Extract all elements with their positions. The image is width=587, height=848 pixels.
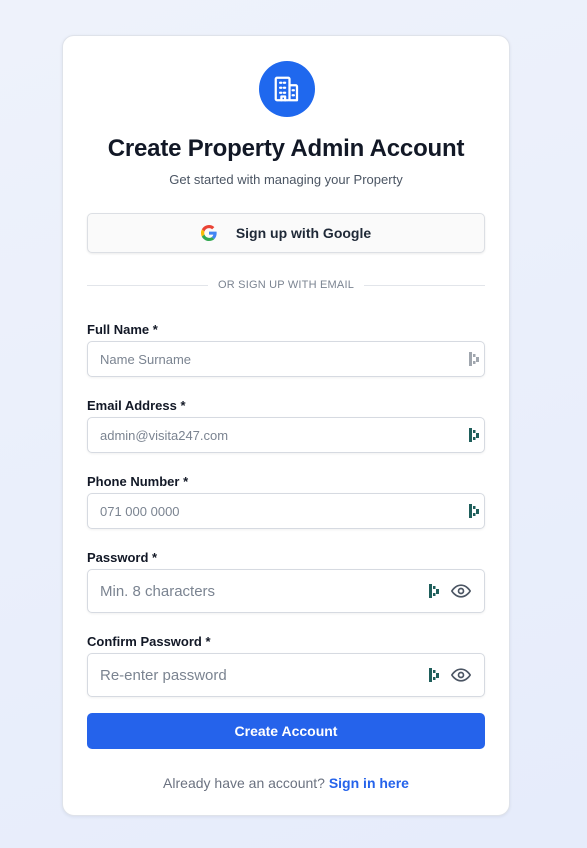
password-manager-icon[interactable] <box>429 668 439 682</box>
page-title: Create Property Admin Account <box>107 135 465 162</box>
phone-label: Phone Number * <box>87 474 189 489</box>
signin-prompt-text: Already have an account? <box>163 775 325 791</box>
eye-icon[interactable] <box>451 584 471 598</box>
phone-placeholder: 071 000 0000 <box>100 503 180 519</box>
signin-link[interactable]: Sign in here <box>329 775 409 791</box>
password-input[interactable]: Min. 8 characters <box>87 569 485 613</box>
confirm-password-input[interactable]: Re-enter password <box>87 653 485 697</box>
create-account-button[interactable]: Create Account <box>87 713 485 749</box>
divider-text: OR SIGN UP WITH EMAIL <box>218 279 355 291</box>
password-manager-icon[interactable] <box>469 352 479 366</box>
confirm-password-placeholder: Re-enter password <box>100 666 227 684</box>
password-placeholder: Min. 8 characters <box>100 582 216 600</box>
email-placeholder: admin@visita247.com <box>100 427 229 443</box>
eye-icon[interactable] <box>451 668 471 682</box>
building-icon <box>274 76 299 102</box>
signup-card: Create Property Admin Account Get starte… <box>62 35 510 816</box>
signin-prompt: Already have an account? Sign in here <box>63 775 509 791</box>
logo <box>259 61 315 117</box>
divider-line-left <box>87 284 208 286</box>
confirm-password-label: Confirm Password * <box>87 634 211 649</box>
phone-input[interactable]: 071 000 0000 <box>87 493 485 529</box>
password-label: Password * <box>87 550 158 565</box>
divider: OR SIGN UP WITH EMAIL <box>87 278 486 292</box>
email-label: Email Address * <box>87 398 186 413</box>
google-signup-label: Sign up with Google <box>235 225 372 241</box>
full-name-input[interactable]: Name Surname <box>87 341 485 377</box>
google-signup-button[interactable]: Sign up with Google <box>87 213 485 253</box>
email-input[interactable]: admin@visita247.com <box>87 417 485 453</box>
full-name-placeholder: Name Surname <box>100 351 192 367</box>
password-manager-icon[interactable] <box>469 428 479 442</box>
divider-line-right <box>364 284 486 286</box>
password-manager-icon[interactable] <box>469 504 479 518</box>
password-manager-icon[interactable] <box>429 584 439 598</box>
page-subtitle: Get started with managing your Property <box>169 172 403 187</box>
full-name-label: Full Name * <box>87 322 158 337</box>
google-icon <box>200 225 217 241</box>
